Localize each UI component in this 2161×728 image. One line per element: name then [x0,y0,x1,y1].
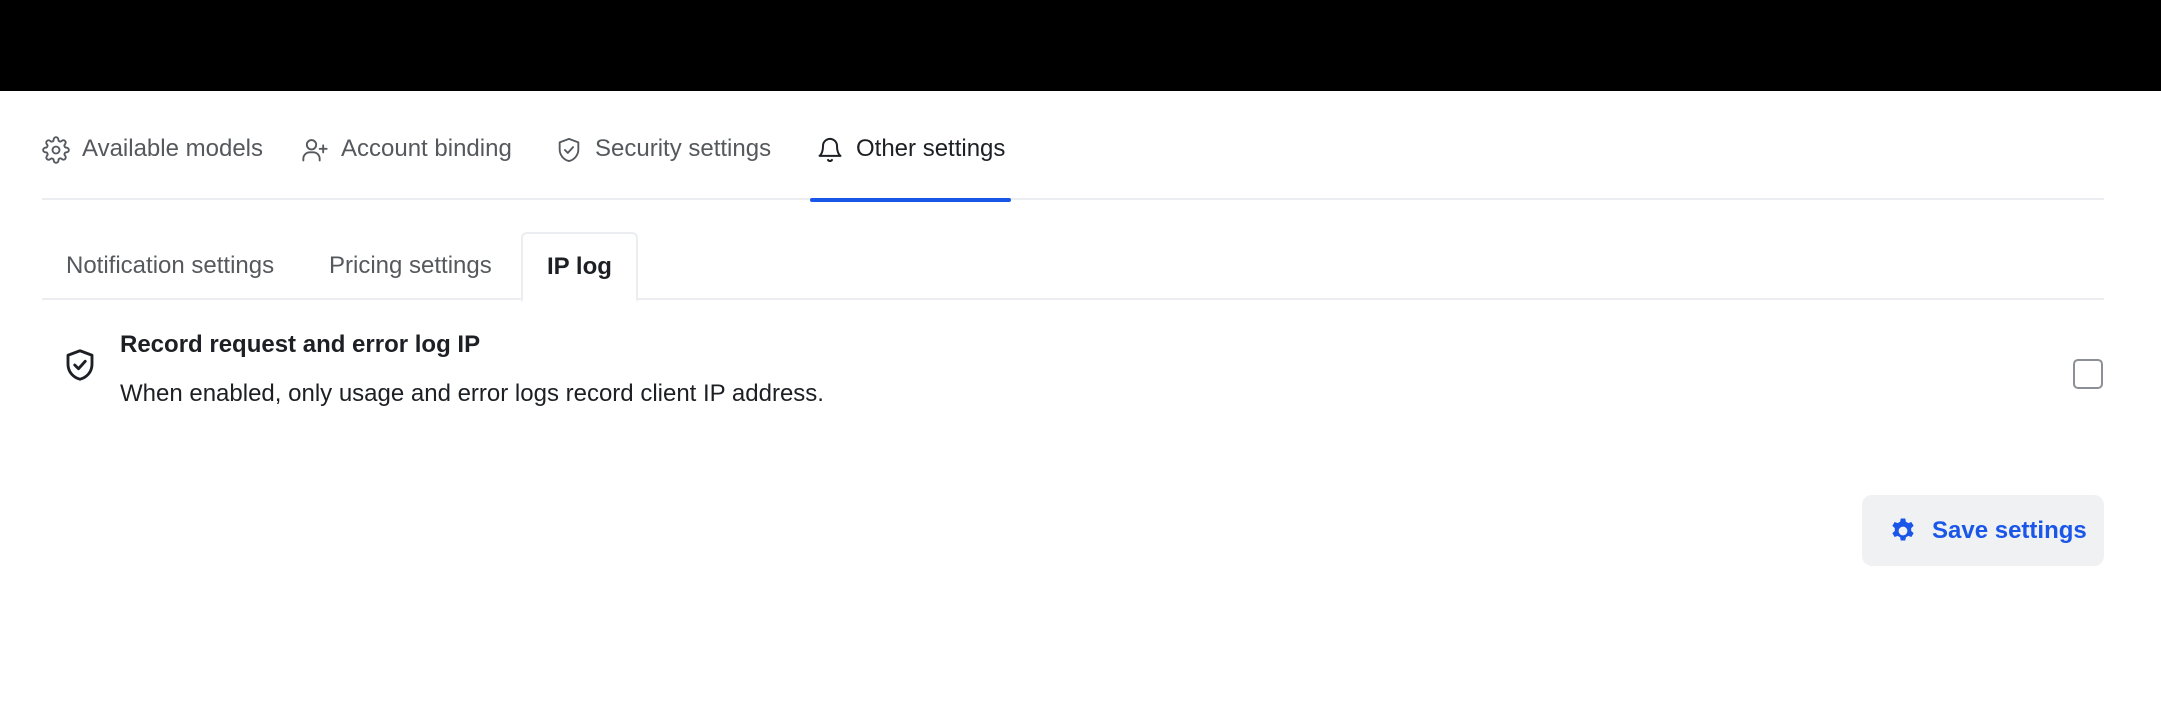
save-button-label: Save settings [1932,516,2087,544]
tab-other-settings[interactable]: Other settings [810,135,1012,202]
tab-label: Other settings [856,135,1006,162]
setting-description: When enabled, only usage and error logs … [120,380,824,407]
subtab-label: Pricing settings [329,252,492,279]
tab-available-models[interactable]: Available models [42,135,263,200]
ip-log-setting-row: Record request and error log IP When ena… [60,327,2104,427]
bell-icon [816,136,844,164]
top-black-bar [0,0,2161,91]
tab-security-settings[interactable]: Security settings [555,135,771,200]
subtab-label: Notification settings [66,252,275,279]
gear-icon [42,136,70,164]
record-ip-checkbox[interactable] [2073,359,2103,389]
user-plus-icon [301,136,329,164]
subtab-label: IP log [547,253,612,280]
tab-label: Available models [82,135,263,162]
sub-tab-bar: Notification settings Pricing settings I… [42,232,2104,302]
setting-title: Record request and error log IP [120,331,481,358]
settings-content: Available models Account binding Securit… [0,91,2161,728]
top-tab-bar: Available models Account binding Securit… [42,91,2104,202]
active-tab-indicator [810,198,1012,202]
gear-icon [1888,516,1918,546]
tab-label: Account binding [341,135,512,162]
subtab-notification-settings[interactable]: Notification settings [42,232,298,300]
subtab-pricing-settings[interactable]: Pricing settings [305,232,516,300]
shield-check-icon [555,136,583,164]
tab-account-binding[interactable]: Account binding [301,135,512,200]
subtab-ip-log[interactable]: IP log [521,232,638,302]
save-settings-button[interactable]: Save settings [1862,495,2104,566]
tab-label: Security settings [595,135,772,162]
shield-check-icon [62,347,98,383]
